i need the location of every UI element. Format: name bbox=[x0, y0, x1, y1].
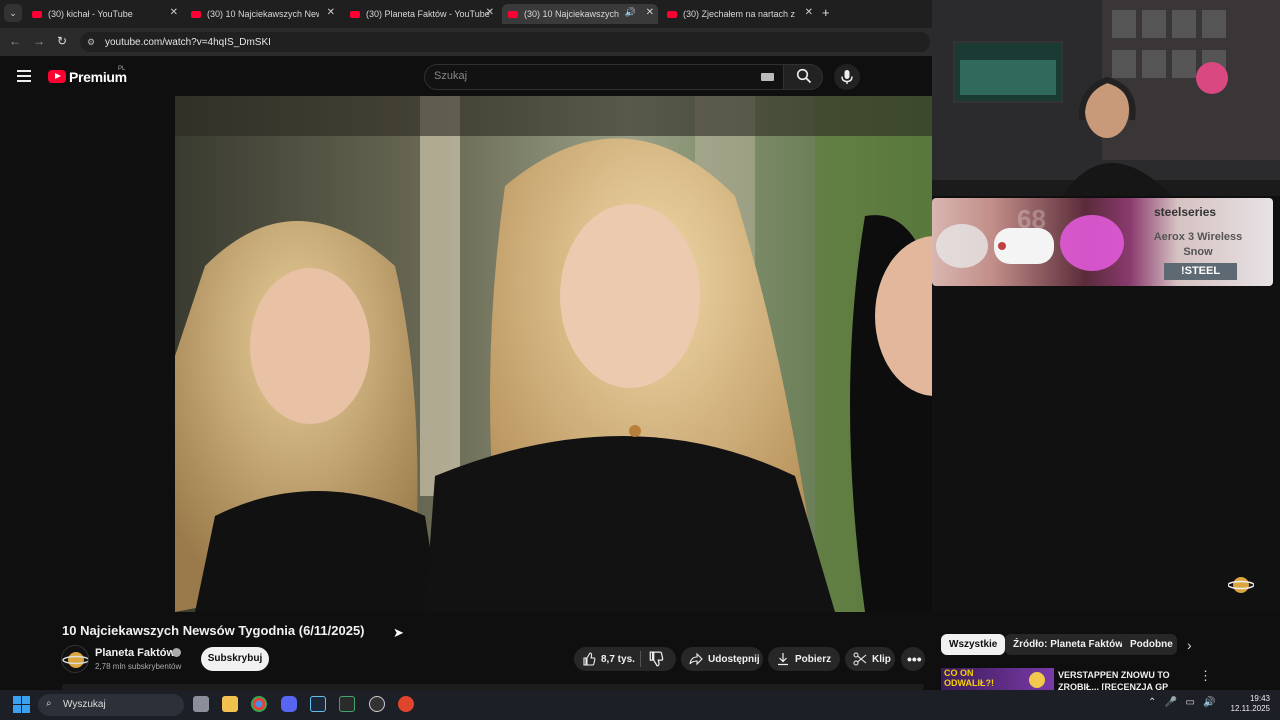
browser-tab[interactable]: (30) Planeta Faktów - YouTube ✕ bbox=[344, 4, 498, 24]
youtube-favicon-icon bbox=[508, 10, 518, 18]
site-info-icon[interactable]: ⚙ bbox=[87, 37, 95, 48]
video-frame-image bbox=[175, 96, 932, 612]
chip-all[interactable]: Wszystkie bbox=[941, 634, 1006, 655]
webcam-image bbox=[932, 0, 1280, 196]
browser-tab-active[interactable]: (30) 10 Najciekawszych New 🔊 ✕ bbox=[502, 4, 658, 24]
more-vert-icon[interactable]: ⋮ bbox=[1199, 668, 1212, 684]
youtube-logo-icon[interactable] bbox=[48, 70, 66, 83]
search-box[interactable] bbox=[424, 64, 784, 90]
share-button[interactable]: Udostępnij bbox=[681, 647, 763, 671]
more-actions-button[interactable]: ••• bbox=[901, 647, 925, 671]
keyboard-icon[interactable] bbox=[761, 73, 774, 81]
search-icon bbox=[796, 68, 812, 84]
streamer-webcam bbox=[932, 0, 1280, 196]
clock-date: 12.11.2025 bbox=[1230, 704, 1270, 713]
clip-label: Klip bbox=[872, 653, 891, 665]
tab-title: (30) 10 Najciekawszych Newsów bbox=[207, 9, 319, 19]
search-input[interactable]: Szukaj bbox=[434, 70, 467, 82]
subscribe-button[interactable]: Subskrybuj bbox=[201, 647, 269, 671]
chip-related[interactable]: Podobne bbox=[1122, 634, 1177, 655]
obs-icon[interactable] bbox=[369, 696, 385, 712]
verified-icon bbox=[172, 648, 181, 657]
svg-text:68: 68 bbox=[1017, 204, 1046, 234]
youtube-favicon-icon bbox=[350, 10, 360, 18]
video-title: 10 Najciekawszych Newsów Tygodnia (6/11/… bbox=[62, 623, 365, 638]
windows-start-icon[interactable] bbox=[13, 696, 30, 713]
search-icon: ⌕ bbox=[46, 698, 52, 709]
region-label: PL bbox=[118, 66, 126, 72]
forward-arrow-icon[interactable]: → bbox=[33, 34, 45, 48]
clock[interactable]: 19:43 12.11.2025 bbox=[1230, 694, 1270, 714]
close-tab-icon[interactable]: ✕ bbox=[327, 7, 335, 18]
taskbar-search-input[interactable]: Wyszukaj bbox=[63, 699, 106, 710]
tab-title: (30) kichał - YouTube bbox=[48, 9, 133, 19]
file-explorer-icon[interactable] bbox=[222, 696, 238, 712]
close-tab-icon[interactable]: ✕ bbox=[486, 7, 494, 18]
windows-taskbar bbox=[0, 690, 1280, 720]
video-player[interactable] bbox=[175, 96, 932, 612]
video-left-letterbox bbox=[0, 96, 175, 612]
system-tray[interactable]: ⌃ 🎤 ▭ 🔊 bbox=[1148, 697, 1216, 708]
youtube-favicon-icon bbox=[191, 10, 201, 18]
discord-icon[interactable] bbox=[281, 696, 297, 712]
menu-icon[interactable] bbox=[17, 70, 31, 82]
close-tab-icon[interactable]: ✕ bbox=[805, 7, 813, 18]
youtube-favicon-icon bbox=[667, 10, 677, 18]
dislike-button[interactable] bbox=[648, 651, 664, 672]
share-label: Udostępnij bbox=[708, 653, 760, 665]
app-icon[interactable] bbox=[398, 696, 414, 712]
tab-search-button[interactable]: ⌄ bbox=[4, 4, 22, 22]
download-label: Pobierz bbox=[795, 653, 832, 665]
chevron-right-icon[interactable]: › bbox=[1187, 637, 1192, 653]
mouse-cursor-icon: ➤ bbox=[393, 625, 404, 640]
sponsor-code-badge: !STEEL bbox=[1164, 263, 1237, 280]
download-icon bbox=[778, 653, 788, 666]
share-icon bbox=[689, 652, 703, 666]
voice-search-button[interactable] bbox=[834, 64, 860, 90]
app-icon[interactable] bbox=[339, 696, 355, 712]
thumbnail-text: CO ON ODWALIŁ?! bbox=[944, 668, 994, 688]
thumbs-up-icon bbox=[583, 652, 596, 666]
thumbs-down-icon bbox=[649, 651, 664, 667]
channel-avatar[interactable] bbox=[61, 645, 89, 673]
scissors-icon bbox=[853, 652, 867, 666]
youtube-favicon-icon bbox=[32, 10, 42, 18]
subscriber-count: 2,78 mln subskrybentów bbox=[95, 662, 182, 671]
url-text[interactable]: youtube.com/watch?v=4hqIS_DmSKI bbox=[105, 37, 271, 48]
stream-overlay-background bbox=[932, 286, 1280, 612]
chip-from-channel[interactable]: Źródło: Planeta Faktów bbox=[1005, 634, 1132, 655]
sponsor-product: Aerox 3 Wireless Snow bbox=[1153, 231, 1243, 258]
speaker-icon[interactable]: 🔊 bbox=[625, 7, 636, 18]
browser-tab[interactable]: (30) kichał - YouTube ✕ bbox=[26, 4, 182, 24]
sponsor-brand: steelseries bbox=[1154, 205, 1217, 219]
task-view-icon[interactable] bbox=[193, 696, 209, 712]
clip-button[interactable]: Klip bbox=[845, 647, 895, 671]
mouse-product-image: 68 bbox=[936, 204, 1124, 271]
tab-title: (30) Zjechałem na nartach z Mo bbox=[683, 9, 795, 19]
tab-title: (30) Planeta Faktów - YouTube bbox=[366, 9, 490, 19]
chrome-icon[interactable] bbox=[251, 696, 267, 712]
browser-tab[interactable]: (30) Zjechałem na nartach z Mo ✕ bbox=[661, 4, 817, 24]
download-button[interactable]: Pobierz bbox=[768, 647, 840, 671]
back-arrow-icon[interactable]: ← bbox=[9, 34, 21, 48]
close-tab-icon[interactable]: ✕ bbox=[646, 7, 654, 18]
channel-name[interactable]: Planeta Faktów bbox=[95, 647, 175, 659]
browser-tab[interactable]: (30) 10 Najciekawszych Newsów ✕ bbox=[185, 4, 339, 24]
taskbar-search[interactable] bbox=[38, 694, 184, 716]
new-tab-button[interactable]: + bbox=[822, 5, 830, 20]
recommended-title[interactable]: VERSTAPPEN ZNOWU TO ZROBIŁ... [RECENZJA … bbox=[1058, 669, 1176, 691]
like-divider bbox=[640, 651, 641, 667]
tab-title: (30) 10 Najciekawszych New bbox=[524, 9, 622, 19]
close-tab-icon[interactable]: ✕ bbox=[170, 7, 178, 18]
planet-logo-icon bbox=[1228, 577, 1254, 593]
reload-icon[interactable]: ↻ bbox=[57, 34, 67, 48]
like-count: 8,7 tys. bbox=[601, 653, 635, 665]
steam-icon[interactable] bbox=[310, 696, 326, 712]
clock-time: 19:43 bbox=[1249, 694, 1270, 703]
microphone-icon bbox=[841, 70, 853, 84]
